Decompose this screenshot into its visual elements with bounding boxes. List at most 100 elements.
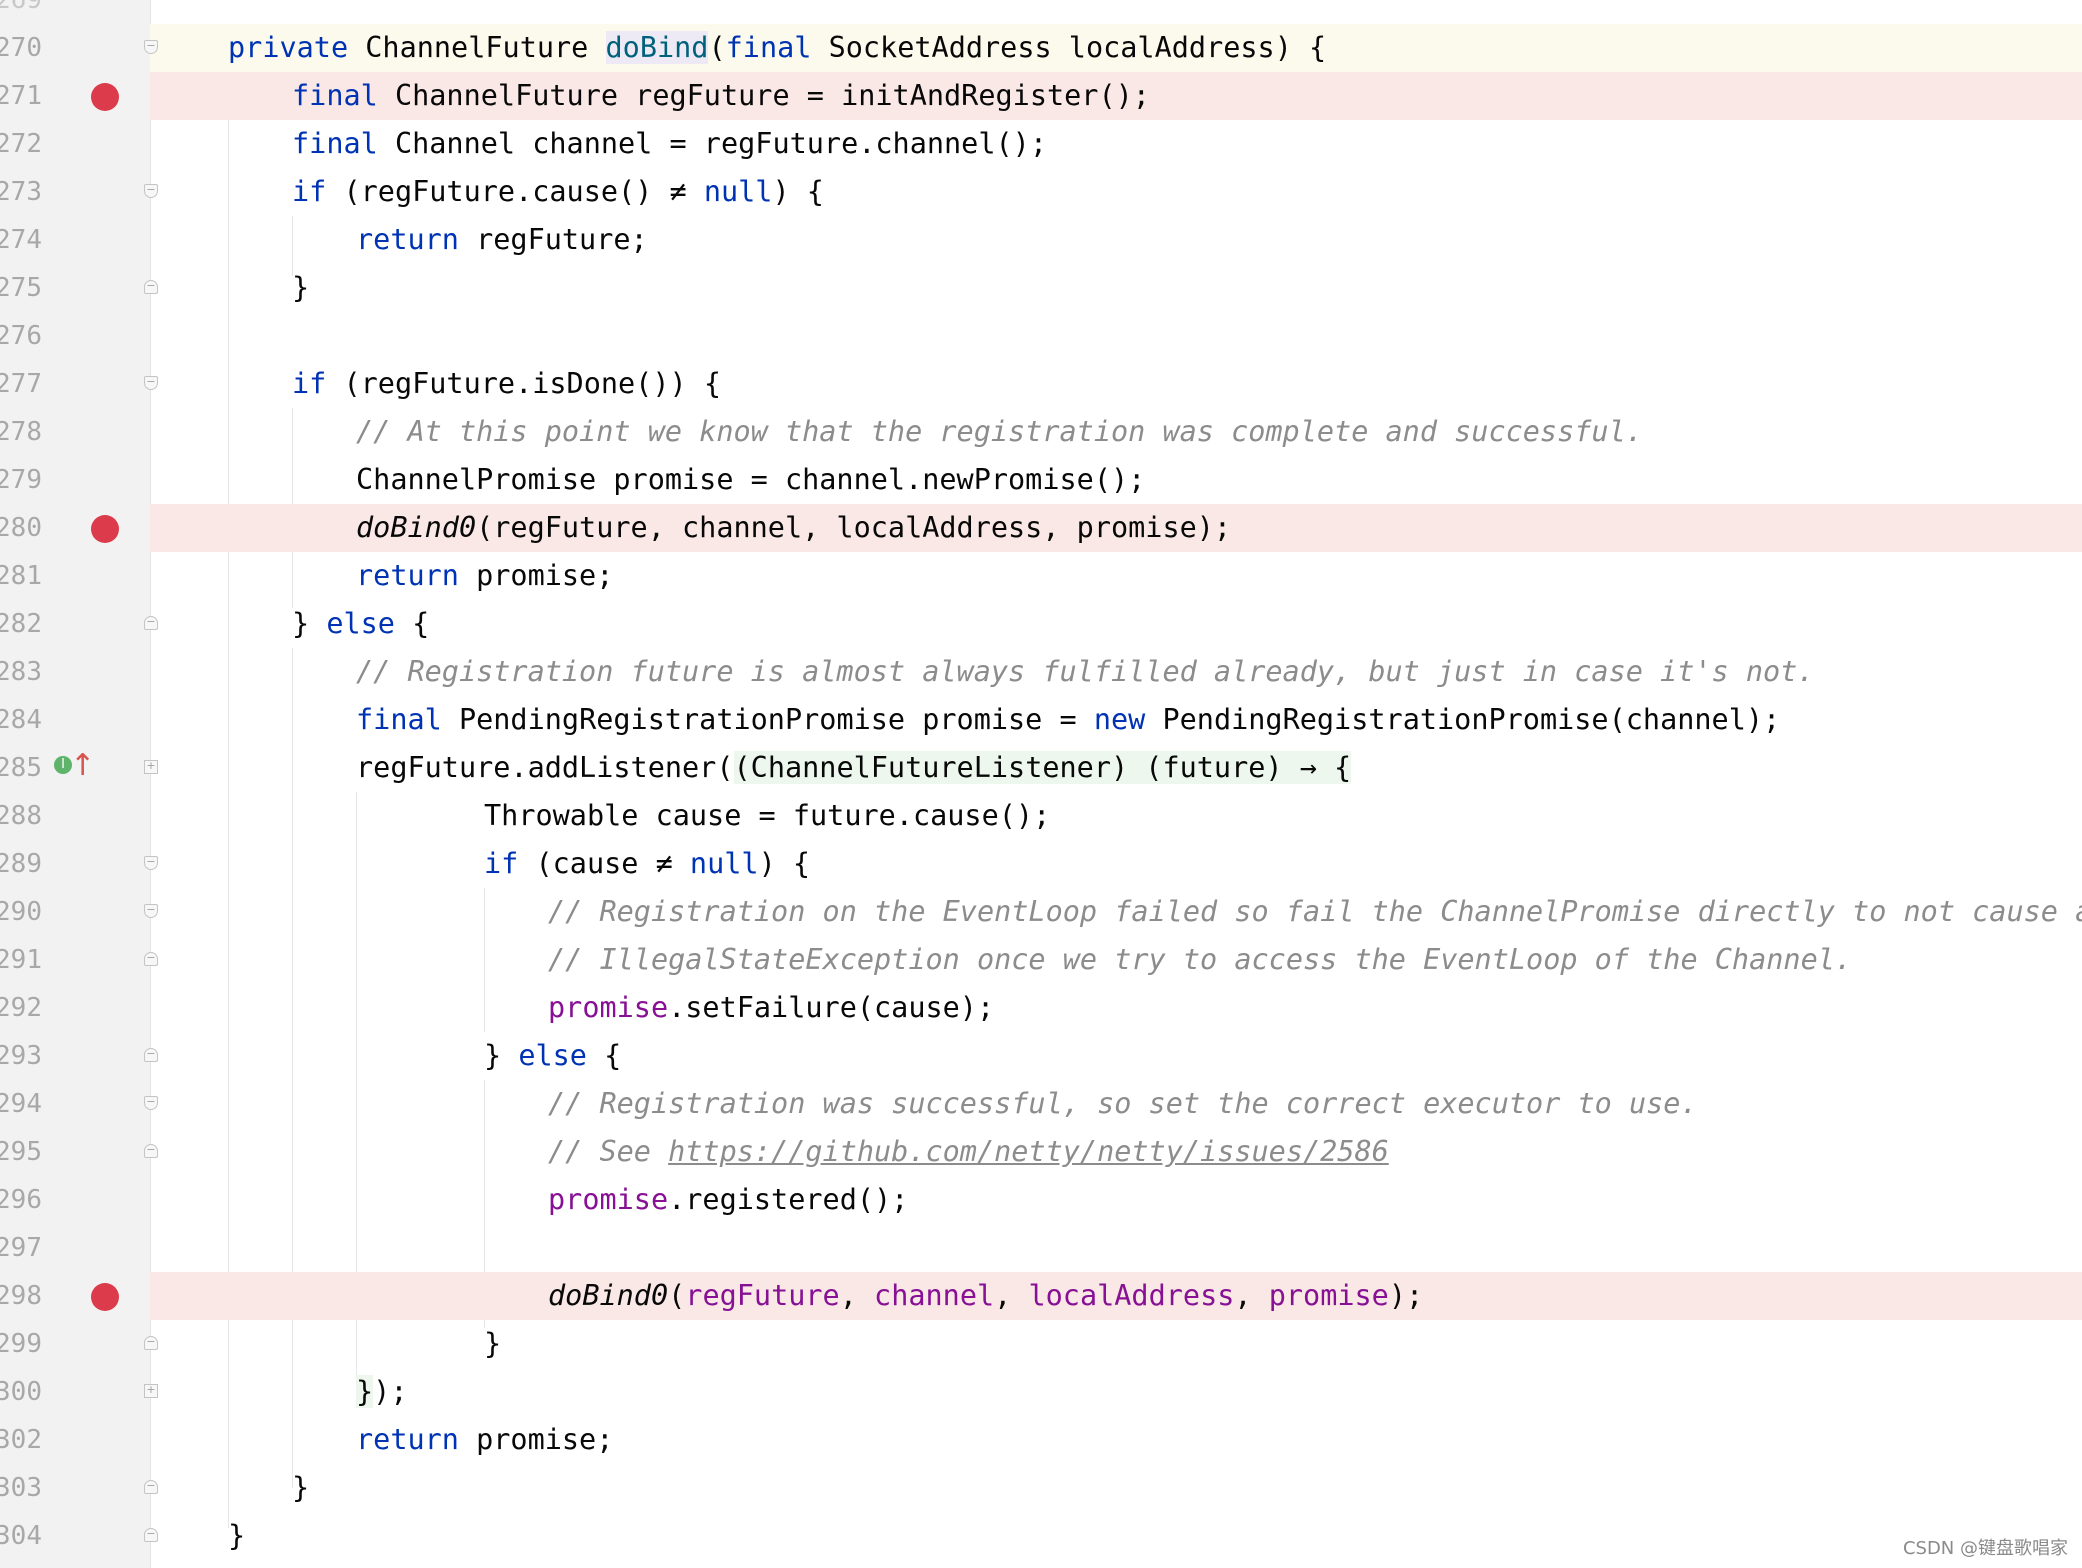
code-line-290[interactable]: 290 − // Registration on the EventLoop f… (0, 888, 2082, 936)
method-call[interactable]: doBind0 (356, 511, 476, 544)
code-line-275[interactable]: 275 − } (0, 264, 2082, 312)
fold-marker-icon[interactable]: − (144, 40, 158, 54)
code-line-271[interactable]: 271 final ChannelFuture regFuture = init… (0, 72, 2082, 120)
fold-end-icon[interactable]: − (144, 952, 158, 966)
code-comment: // IllegalStateException once we try to … (548, 943, 1853, 976)
code-text: } (292, 1464, 309, 1512)
captured-variable: localAddress (1028, 1279, 1235, 1312)
code-line-291[interactable]: 291 − // IllegalStateException once we t… (0, 936, 2082, 984)
code-text: private ChannelFuture doBind(final Socke… (228, 24, 1326, 72)
code-text: final PendingRegistrationPromise promise… (356, 696, 1780, 744)
code-token: ChannelFuture (348, 31, 606, 64)
breakpoint-icon[interactable] (91, 515, 119, 543)
code-token: Channel channel = regFuture.channel(); (377, 127, 1047, 160)
line-number: 297 (0, 1233, 42, 1263)
code-line-304[interactable]: 304 − } (0, 1512, 2082, 1560)
code-line-278[interactable]: 278 // At this point we know that the re… (0, 408, 2082, 456)
breakpoint-icon[interactable] (91, 83, 119, 111)
line-number: 271 (0, 81, 42, 111)
code-line-277[interactable]: 277 − if (regFuture.isDone()) { (0, 360, 2082, 408)
code-token: , (839, 1279, 875, 1312)
keyword: return (356, 559, 459, 592)
code-line-279[interactable]: 279 ChannelPromise promise = channel.new… (0, 456, 2082, 504)
code-text: } (228, 1512, 245, 1560)
code-editor[interactable]: 269 270 − private ChannelFuture doBind(f… (0, 0, 2082, 1568)
fold-marker-icon[interactable]: − (144, 1096, 158, 1110)
fold-end-icon[interactable]: − (144, 616, 158, 630)
fold-end-icon[interactable]: − (144, 280, 158, 294)
code-line-297[interactable]: 297 (0, 1224, 2082, 1272)
code-text: return promise; (356, 1416, 613, 1464)
code-line-283[interactable]: 283 // Registration future is almost alw… (0, 648, 2082, 696)
code-line-285[interactable]: 285 I ↑ + regFuture.addListener((Channel… (0, 744, 2082, 792)
code-line-282[interactable]: 282 − } else { (0, 600, 2082, 648)
code-token: (regFuture, channel, localAddress, promi… (476, 511, 1232, 544)
line-number: 293 (0, 1041, 42, 1071)
code-token: } (484, 1039, 519, 1072)
code-line-292[interactable]: 292 promise.setFailure(cause); (0, 984, 2082, 1032)
code-token: } (228, 1519, 246, 1552)
folded-lambda-end[interactable]: } (356, 1375, 374, 1408)
code-token: (regFuture.cause() ≠ (326, 175, 704, 208)
line-number: 288 (0, 801, 42, 831)
code-comment: // Registration future is almost always … (356, 655, 1815, 688)
code-line-289[interactable]: 289 − if (cause ≠ null) { (0, 840, 2082, 888)
code-token: { (394, 607, 430, 640)
keyword: if (292, 367, 327, 400)
fold-end-icon[interactable]: − (144, 1048, 158, 1062)
code-line-294[interactable]: 294 − // Registration was successful, so… (0, 1080, 2082, 1128)
fold-marker-icon[interactable]: − (144, 856, 158, 870)
navigate-up-arrow-icon[interactable]: ↑ (70, 748, 95, 784)
keyword: return (356, 223, 459, 256)
code-line-288[interactable]: 288 Throwable cause = future.cause(); (0, 792, 2082, 840)
line-number: 290 (0, 897, 42, 927)
fold-collapsed-icon[interactable]: + (144, 1384, 158, 1398)
fold-collapsed-icon[interactable]: + (144, 760, 158, 774)
fold-marker-icon[interactable]: − (144, 904, 158, 918)
code-text: promise.registered(); (548, 1176, 908, 1224)
method-name[interactable]: doBind (605, 31, 709, 64)
code-line-284[interactable]: 284 final PendingRegistrationPromise pro… (0, 696, 2082, 744)
line-number: 284 (0, 705, 42, 735)
code-line-272[interactable]: 272 final Channel channel = regFuture.ch… (0, 120, 2082, 168)
code-line-274[interactable]: 274 return regFuture; (0, 216, 2082, 264)
code-line-300[interactable]: 300 + }); (0, 1368, 2082, 1416)
code-line-303[interactable]: 303 − } (0, 1464, 2082, 1512)
code-line-302[interactable]: 302 return promise; (0, 1416, 2082, 1464)
fold-marker-icon[interactable]: − (144, 376, 158, 390)
keyword: final (292, 127, 378, 160)
code-line-281[interactable]: 281 return promise; (0, 552, 2082, 600)
code-text: if (regFuture.cause() ≠ null) { (292, 168, 824, 216)
line-number: 276 (0, 321, 42, 351)
code-line-293[interactable]: 293 − } else { (0, 1032, 2082, 1080)
line-number: 291 (0, 945, 42, 975)
issue-link[interactable]: https://github.com/netty/netty/issues/25… (668, 1135, 1389, 1168)
captured-variable: promise (548, 1183, 669, 1216)
code-text: final Channel channel = regFuture.channe… (292, 120, 1047, 168)
fold-end-icon[interactable]: − (144, 1144, 158, 1158)
breakpoint-icon[interactable] (91, 1283, 119, 1311)
code-line-295[interactable]: 295 − // See https://github.com/netty/ne… (0, 1128, 2082, 1176)
method-call[interactable]: doBind0 (548, 1279, 668, 1312)
fold-marker-icon[interactable]: − (144, 184, 158, 198)
code-line-276[interactable]: 276 (0, 312, 2082, 360)
code-token: (cause ≠ (518, 847, 690, 880)
fold-end-icon[interactable]: − (144, 1528, 158, 1542)
fold-end-icon[interactable]: − (144, 1336, 158, 1350)
line-number: 283 (0, 657, 42, 687)
line-number: 285 (0, 753, 42, 783)
line-number: 279 (0, 465, 42, 495)
line-number: 270 (0, 33, 42, 63)
code-line-296[interactable]: 296 promise.registered(); (0, 1176, 2082, 1224)
line-number: 292 (0, 993, 42, 1023)
folded-lambda[interactable]: (ChannelFutureListener) (future) → { (733, 751, 1352, 784)
code-token: } (292, 1471, 310, 1504)
code-line-270[interactable]: 270 − private ChannelFuture doBind(final… (0, 24, 2082, 72)
code-token: promise; (458, 559, 614, 592)
fold-end-icon[interactable]: − (144, 1480, 158, 1494)
code-line-299[interactable]: 299 − } (0, 1320, 2082, 1368)
code-line-280[interactable]: 280 doBind0(regFuture, channel, localAdd… (0, 504, 2082, 552)
code-line-273[interactable]: 273 − if (regFuture.cause() ≠ null) { (0, 168, 2082, 216)
line-number: 269 (0, 0, 42, 15)
code-line-298[interactable]: 298 doBind0(regFuture, channel, localAdd… (0, 1272, 2082, 1320)
